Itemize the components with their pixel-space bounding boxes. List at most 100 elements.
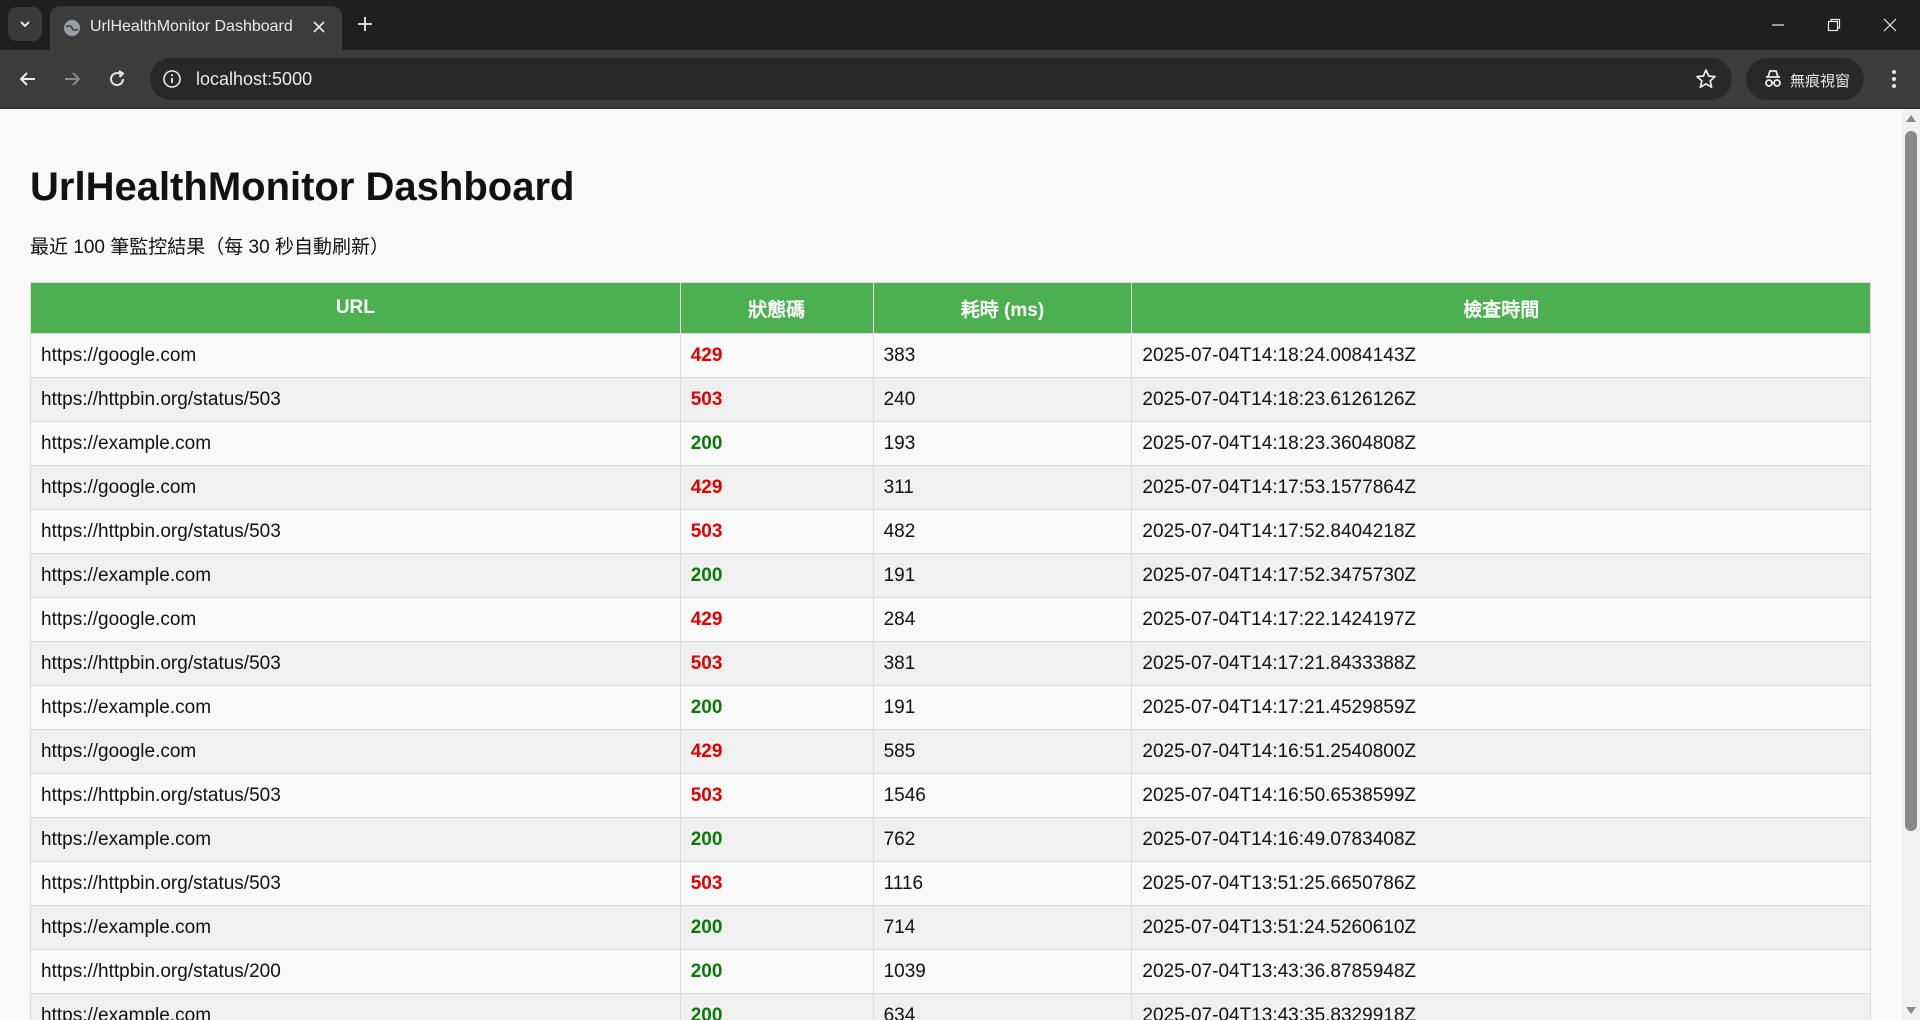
url-text[interactable]: localhost:5000 — [196, 69, 312, 90]
url-cell: https://httpbin.org/status/503 — [30, 773, 681, 818]
checked-at-cell: 2025-07-04T13:43:35.8329918Z — [1131, 993, 1871, 1020]
url-cell: https://example.com — [30, 685, 681, 730]
duration-cell: 634 — [872, 993, 1133, 1020]
close-window-button[interactable] — [1870, 10, 1910, 40]
scroll-up-icon[interactable] — [1906, 115, 1916, 122]
checked-at-cell: 2025-07-04T14:16:50.6538599Z — [1131, 773, 1871, 818]
arrow-right-icon — [65, 72, 81, 86]
duration-cell: 191 — [872, 553, 1133, 598]
page-viewport: UrlHealthMonitor Dashboard 最近 100 筆監控結果（… — [0, 109, 1902, 1020]
duration-cell: 1039 — [872, 949, 1133, 994]
browser-menu-button[interactable] — [1880, 65, 1908, 93]
checked-at-cell: 2025-07-04T14:16:51.2540800Z — [1131, 729, 1871, 774]
vertical-scrollbar[interactable] — [1902, 109, 1920, 1020]
status-cell: 429 — [679, 597, 874, 642]
duration-cell: 240 — [872, 377, 1133, 422]
checked-at-cell: 2025-07-04T14:17:52.8404218Z — [1131, 509, 1871, 554]
status-cell: 200 — [679, 421, 874, 466]
duration-cell: 284 — [872, 597, 1133, 642]
duration-cell: 191 — [872, 685, 1133, 730]
status-cell: 429 — [679, 465, 874, 510]
duration-cell: 1116 — [872, 861, 1133, 906]
globe-icon — [64, 20, 80, 36]
checked-at-cell: 2025-07-04T14:17:21.8433388Z — [1131, 641, 1871, 686]
page-subtitle: 最近 100 筆監控結果（每 30 秒自動刷新） — [30, 237, 389, 258]
url-cell: https://example.com — [30, 817, 681, 862]
scroll-down-icon[interactable] — [1906, 1007, 1916, 1014]
more-vertical-icon — [1892, 70, 1896, 88]
info-icon — [163, 70, 181, 88]
url-cell: https://httpbin.org/status/503 — [30, 641, 681, 686]
table-row: https://httpbin.org/status/200 200 1039 202… — [30, 949, 1871, 994]
column-header-duration: 耗時 (ms) — [872, 282, 1133, 334]
checked-at-cell: 2025-07-04T14:16:49.0783408Z — [1131, 817, 1871, 862]
table-row: https://example.com 200 714 2025-07-04T13:5… — [30, 905, 1871, 950]
tab-close-button[interactable] — [308, 16, 330, 38]
status-cell: 503 — [679, 641, 874, 686]
checked-at-cell: 2025-07-04T14:17:53.1577864Z — [1131, 465, 1871, 510]
table-row: https://httpbin.org/status/503 503 1546 202… — [30, 773, 1871, 818]
checked-at-cell: 2025-07-04T14:18:24.0084143Z — [1131, 333, 1871, 378]
back-button[interactable] — [14, 65, 42, 93]
url-cell: https://example.com — [30, 421, 681, 466]
tab-search-button[interactable] — [8, 7, 42, 41]
site-info-button[interactable] — [160, 67, 184, 91]
duration-cell: 585 — [872, 729, 1133, 774]
page-title: UrlHealthMonitor Dashboard — [30, 165, 575, 209]
scrollbar-thumb[interactable] — [1905, 131, 1917, 831]
duration-cell: 482 — [872, 509, 1133, 554]
minimize-button[interactable] — [1758, 10, 1798, 40]
table-row: https://google.com 429 383 2025-07-04T14:18… — [30, 333, 1871, 378]
tab-strip: UrlHealthMonitor Dashboard — [0, 0, 1920, 50]
table-row: https://httpbin.org/status/503 503 482 2025… — [30, 509, 1871, 554]
plus-icon — [358, 17, 372, 31]
minimize-icon — [1772, 24, 1784, 26]
address-bar[interactable]: localhost:5000 — [150, 58, 1732, 100]
table-row: https://httpbin.org/status/503 503 381 2025… — [30, 641, 1871, 686]
url-cell: https://google.com — [30, 465, 681, 510]
status-cell: 429 — [679, 729, 874, 774]
table-row: https://httpbin.org/status/503 503 240 2025… — [30, 377, 1871, 422]
url-cell: https://httpbin.org/status/503 — [30, 377, 681, 422]
reload-button[interactable] — [103, 65, 131, 93]
incognito-indicator[interactable]: 無痕視窗 — [1746, 58, 1864, 100]
table-row: https://example.com 200 191 2025-07-04T14:1… — [30, 553, 1871, 598]
checked-at-cell: 2025-07-04T13:43:36.8785948Z — [1131, 949, 1871, 994]
url-cell: https://example.com — [30, 905, 681, 950]
url-cell: https://example.com — [30, 993, 681, 1020]
url-cell: https://google.com — [30, 597, 681, 642]
checked-at-cell: 2025-07-04T14:18:23.6126126Z — [1131, 377, 1871, 422]
table-row: https://example.com 200 762 2025-07-04T14:1… — [30, 817, 1871, 862]
restore-button[interactable] — [1814, 10, 1854, 40]
browser-tab[interactable]: UrlHealthMonitor Dashboard — [50, 6, 342, 50]
url-cell: https://httpbin.org/status/200 — [30, 949, 681, 994]
forward-button[interactable] — [58, 65, 86, 93]
duration-cell: 311 — [872, 465, 1133, 510]
bookmark-button[interactable] — [1694, 67, 1718, 91]
status-cell: 503 — [679, 861, 874, 906]
table-header-row: URL 狀態碼 耗時 (ms) 檢查時間 — [30, 282, 1871, 334]
browser-toolbar: localhost:5000 無痕視窗 — [0, 50, 1920, 109]
duration-cell: 714 — [872, 905, 1133, 950]
status-cell: 200 — [679, 993, 874, 1020]
status-cell: 200 — [679, 949, 874, 994]
status-cell: 503 — [679, 509, 874, 554]
duration-cell: 762 — [872, 817, 1133, 862]
results-table: URL 狀態碼 耗時 (ms) 檢查時間 https://google.com 4… — [30, 282, 1871, 1020]
duration-cell: 381 — [872, 641, 1133, 686]
checked-at-cell: 2025-07-04T13:51:25.6650786Z — [1131, 861, 1871, 906]
tab-title: UrlHealthMonitor Dashboard — [90, 18, 293, 35]
star-icon — [1696, 69, 1716, 89]
status-cell: 200 — [679, 553, 874, 598]
chevron-down-icon — [20, 21, 30, 28]
close-icon — [1883, 18, 1897, 32]
table-row: https://example.com 200 634 2025-07-04T13:4… — [30, 993, 1871, 1020]
url-cell: https://google.com — [30, 333, 681, 378]
table-row: https://google.com 429 585 2025-07-04T14:16… — [30, 729, 1871, 774]
status-cell: 200 — [679, 905, 874, 950]
new-tab-button[interactable] — [352, 11, 378, 37]
checked-at-cell: 2025-07-04T14:17:52.3475730Z — [1131, 553, 1871, 598]
table-row: https://example.com 200 193 2025-07-04T14:1… — [30, 421, 1871, 466]
table-row: https://google.com 429 311 2025-07-04T14:17… — [30, 465, 1871, 510]
table-row: https://google.com 429 284 2025-07-04T14:17… — [30, 597, 1871, 642]
